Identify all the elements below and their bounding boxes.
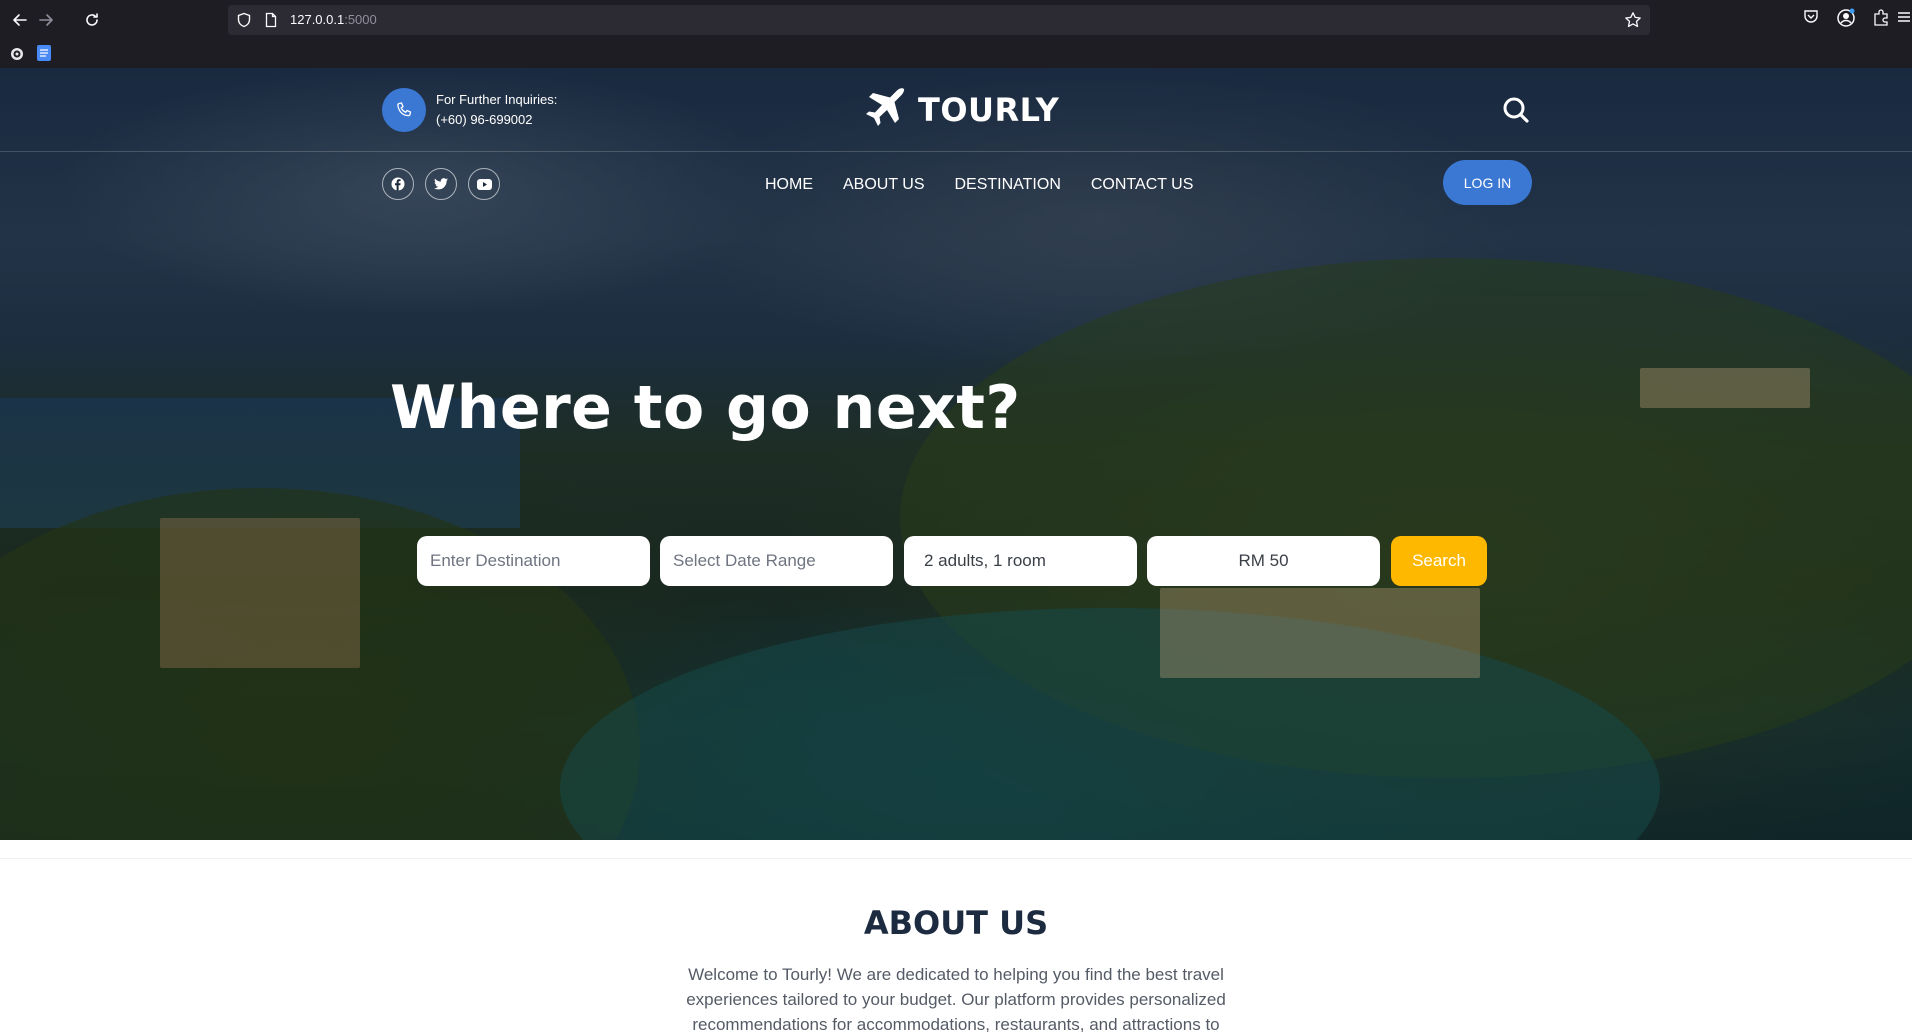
date-range-input[interactable]: Select Date Range	[660, 536, 893, 586]
bookmarks-bar	[0, 42, 1912, 64]
hero-town-decoration	[1160, 588, 1480, 678]
nav-about-us[interactable]: ABOUT US	[843, 176, 925, 194]
budget-input[interactable]: RM 50	[1147, 536, 1380, 586]
plane-icon	[864, 86, 908, 134]
brand-logo[interactable]: TOURLY	[864, 86, 1059, 134]
brand-name: TOURLY	[918, 91, 1060, 129]
extensions-icon[interactable]	[1872, 8, 1890, 30]
menu-icon[interactable]	[1896, 8, 1912, 30]
bookmark-star-icon[interactable]	[1624, 11, 1642, 33]
hero-town-decoration	[1640, 368, 1810, 408]
facebook-icon[interactable]	[382, 168, 414, 200]
guests-rooms-select[interactable]: 2 adults, 1 room	[904, 536, 1137, 586]
bookmark-favicon-icon[interactable]	[10, 46, 24, 65]
search-icon[interactable]	[1502, 96, 1530, 128]
forward-icon[interactable]	[34, 8, 58, 32]
hero-section: For Further Inquiries: (+60) 96-699002 T…	[0, 68, 1912, 840]
header-divider	[0, 151, 1912, 152]
bookmark-docs-icon[interactable]	[37, 45, 51, 65]
nav-destination[interactable]: DESTINATION	[955, 176, 1061, 194]
back-icon[interactable]	[8, 8, 32, 32]
page-icon	[263, 12, 279, 32]
login-button[interactable]: LOG IN	[1443, 160, 1532, 205]
hero-headline: Where to go next?	[390, 373, 1021, 443]
destination-input[interactable]: Enter Destination	[417, 536, 650, 586]
hero-town-decoration	[160, 518, 360, 668]
browser-chrome: 127.0.0.1:5000	[0, 0, 1912, 68]
twitter-icon[interactable]	[425, 168, 457, 200]
address-bar[interactable]: 127.0.0.1:5000	[228, 5, 1650, 35]
inquiries-label: For Further Inquiries:	[436, 92, 558, 107]
shield-icon[interactable]	[236, 12, 252, 32]
nav-home[interactable]: HOME	[765, 176, 813, 194]
social-links	[382, 168, 500, 200]
reload-icon[interactable]	[80, 8, 104, 32]
account-icon[interactable]	[1836, 8, 1856, 32]
phone-number[interactable]: (+60) 96-699002	[436, 112, 533, 127]
about-text: Welcome to Tourly! We are dedicated to h…	[686, 965, 1226, 1032]
search-button[interactable]: Search	[1391, 536, 1487, 586]
youtube-icon[interactable]	[468, 168, 500, 200]
about-divider	[0, 858, 1912, 859]
url-text: 127.0.0.1:5000	[290, 12, 377, 27]
nav-contact-us[interactable]: CONTACT US	[1091, 176, 1194, 194]
phone-icon[interactable]	[382, 88, 426, 132]
about-title: ABOUT US	[863, 904, 1049, 942]
main-nav: HOME ABOUT US DESTINATION CONTACT US	[765, 176, 1193, 194]
browser-toolbar: 127.0.0.1:5000	[0, 0, 1912, 40]
pocket-icon[interactable]	[1802, 8, 1820, 30]
